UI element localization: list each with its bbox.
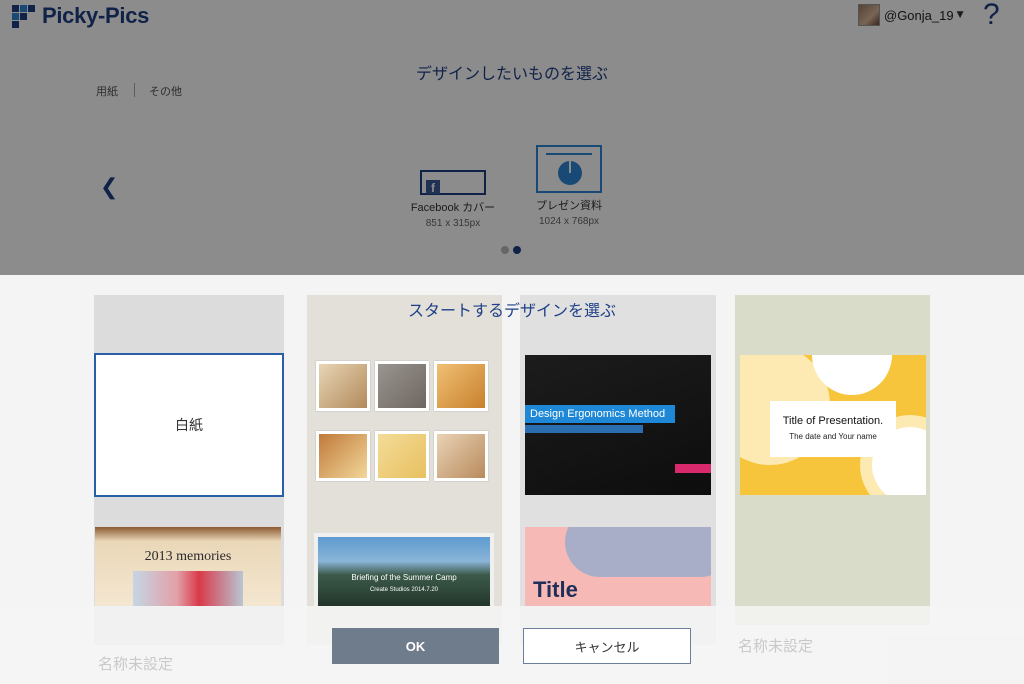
ok-button[interactable]: OK — [332, 628, 499, 664]
template-dark-presentation[interactable]: Design Ergonomics Method — [525, 355, 711, 495]
ghost-label: 名称未設定 — [738, 637, 814, 655]
template-subtitle-bar — [525, 425, 643, 433]
template-date-tag — [675, 464, 711, 473]
template-yellow-presentation[interactable]: Title of Presentation. The date and Your… — [740, 355, 926, 495]
template-mountain[interactable]: Briefing of the Summer Camp Create Studi… — [314, 533, 494, 606]
template-title: Design Ergonomics Method — [525, 405, 675, 423]
template-photo — [133, 571, 243, 606]
template-title: Title of Presentation. — [782, 415, 884, 427]
cancel-button[interactable]: キャンセル — [523, 628, 691, 664]
ghost-label: 名称未設定 — [98, 655, 174, 673]
template-title: 2013 memories — [144, 549, 232, 564]
template-food-photos[interactable] — [312, 357, 494, 493]
template-shape — [565, 527, 711, 577]
template-memories[interactable]: 2013 memories — [95, 527, 281, 606]
title-box — [770, 401, 896, 457]
template-modal: スタートするデザインを選ぶ 白紙 Design Ergonomics Metho… — [0, 275, 1024, 684]
dim-overlay — [0, 0, 1024, 275]
template-blank[interactable]: 白紙 — [94, 353, 284, 497]
template-pastel[interactable]: Title — [525, 527, 711, 606]
template-title: Title — [533, 577, 578, 602]
template-subtitle: The date and Your name — [789, 432, 877, 441]
template-title: Briefing of the Summer Camp — [351, 573, 457, 582]
template-subtitle: Create Studios 2014.7.20 — [369, 587, 439, 593]
modal-title: スタートするデザインを選ぶ — [407, 301, 616, 320]
